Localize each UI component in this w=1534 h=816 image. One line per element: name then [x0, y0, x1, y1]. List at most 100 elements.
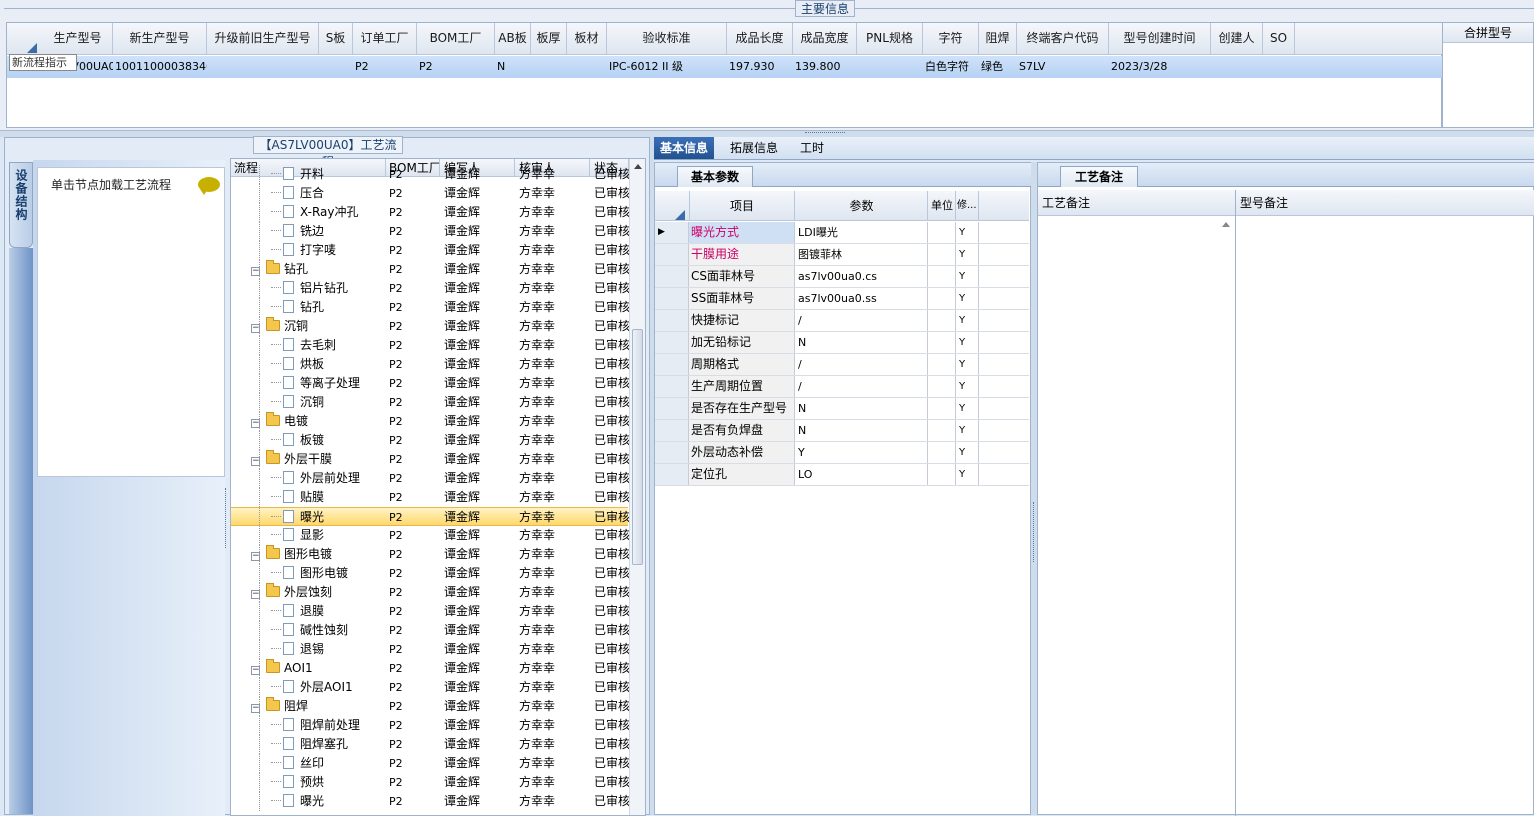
param-row[interactable]: 生产周期位置 / Y: [655, 376, 1029, 398]
grid-header-cell[interactable]: 生产型号: [43, 23, 113, 54]
param-row[interactable]: 是否存在生产型号 N Y: [655, 398, 1029, 420]
grid-header-cell[interactable]: 新生产型号: [113, 23, 207, 54]
tree-node[interactable]: 预烘 P2 谭金辉 方幸幸 已审核: [231, 773, 629, 792]
param-row[interactable]: CS面菲林号 as7lv00ua0.cs Y: [655, 266, 1029, 288]
param-unit[interactable]: [929, 244, 956, 265]
tree-node[interactable]: 碱性蚀刻 P2 谭金辉 方幸幸 已审核: [231, 621, 629, 640]
param-value[interactable]: as7lv00ua0.ss: [796, 288, 928, 309]
tree-node[interactable]: 压合 P2 谭金辉 方幸幸 已审核: [231, 184, 629, 203]
grid-header-cell[interactable]: 成品长度: [727, 23, 793, 54]
param-mod[interactable]: Y: [957, 398, 979, 419]
tree-node[interactable]: − 外层蚀刻 P2 谭金辉 方幸幸 已审核: [231, 583, 629, 602]
tree-node[interactable]: 退膜 P2 谭金辉 方幸幸 已审核: [231, 602, 629, 621]
param-unit[interactable]: [929, 332, 956, 353]
tree-node[interactable]: − 沉铜 P2 谭金辉 方幸幸 已审核: [231, 317, 629, 336]
tree-node[interactable]: 铝片钻孔 P2 谭金辉 方幸幸 已审核: [231, 279, 629, 298]
param-value[interactable]: LDI曝光: [796, 222, 928, 243]
tab-basic-params[interactable]: 基本参数: [677, 166, 753, 187]
param-mod[interactable]: Y: [957, 222, 979, 243]
grid-header-cell[interactable]: S板: [319, 23, 353, 54]
param-unit[interactable]: [929, 266, 956, 287]
side-tab-equipment[interactable]: 设备结构: [9, 162, 33, 248]
tree-node[interactable]: 等离子处理 P2 谭金辉 方幸幸 已审核: [231, 374, 629, 393]
param-value[interactable]: N: [796, 420, 928, 441]
param-mod[interactable]: Y: [957, 420, 979, 441]
collapse-icon[interactable]: −: [251, 666, 260, 675]
collapse-icon[interactable]: −: [251, 704, 260, 713]
grid-header-cell[interactable]: 字符: [923, 23, 979, 54]
tree-node[interactable]: 图形电镀 P2 谭金辉 方幸幸 已审核: [231, 564, 629, 583]
collapse-icon[interactable]: −: [251, 590, 260, 599]
tree-node[interactable]: − 外层干膜 P2 谭金辉 方幸幸 已审核: [231, 450, 629, 469]
tree-node[interactable]: 阻焊前处理 P2 谭金辉 方幸幸 已审核: [231, 716, 629, 735]
tree-node[interactable]: 钻孔 P2 谭金辉 方幸幸 已审核: [231, 298, 629, 317]
left-collapse-grip[interactable]: [225, 488, 229, 548]
table-row[interactable]: AS7LV00UA0 10011000038346 P2 P2 N IPC-6012 II…: [7, 56, 1443, 78]
param-value[interactable]: 图镀菲林: [796, 244, 928, 265]
tab-work-hours[interactable]: 工时: [794, 137, 830, 159]
param-row[interactable]: 周期格式 / Y: [655, 354, 1029, 376]
param-value[interactable]: Y: [796, 442, 928, 463]
param-row[interactable]: ▶ 曝光方式 LDI曝光 Y: [655, 222, 1029, 244]
tab-extended-info[interactable]: 拓展信息: [724, 137, 784, 159]
collapse-icon[interactable]: −: [251, 324, 260, 333]
tree-scrollbar[interactable]: [629, 159, 645, 815]
param-row[interactable]: 外层动态补偿 Y Y: [655, 442, 1029, 464]
tree-node[interactable]: − 电镀 P2 谭金辉 方幸幸 已审核: [231, 412, 629, 431]
param-unit[interactable]: [929, 222, 956, 243]
tree-node[interactable]: 烘板 P2 谭金辉 方幸幸 已审核: [231, 355, 629, 374]
grid-header-cell[interactable]: SO: [1263, 23, 1295, 54]
grid-header-cell[interactable]: AB板: [495, 23, 531, 54]
param-value[interactable]: /: [796, 354, 928, 375]
grid-header-cell[interactable]: 验收标准: [607, 23, 727, 54]
param-row[interactable]: 快捷标记 / Y: [655, 310, 1029, 332]
tree-node[interactable]: − AOI1 P2 谭金辉 方幸幸 已审核: [231, 659, 629, 678]
collapse-icon[interactable]: −: [251, 267, 260, 276]
tree-node[interactable]: 曝光 P2 谭金辉 方幸幸 已审核: [231, 507, 629, 527]
param-value[interactable]: N: [796, 332, 928, 353]
param-value[interactable]: N: [796, 398, 928, 419]
collapse-icon[interactable]: −: [251, 552, 260, 561]
notes-scroll-up-icon[interactable]: [1222, 222, 1230, 227]
param-value[interactable]: /: [796, 376, 928, 397]
grid-header-cell[interactable]: 升级前旧生产型号: [207, 23, 319, 54]
param-mod[interactable]: Y: [957, 354, 979, 375]
param-unit[interactable]: [929, 464, 956, 485]
param-unit[interactable]: [929, 310, 956, 331]
tree-node[interactable]: 曝光 P2 谭金辉 方幸幸 已审核: [231, 792, 629, 811]
param-unit[interactable]: [929, 442, 956, 463]
param-mod[interactable]: Y: [957, 442, 979, 463]
grid-header-cell[interactable]: 板材: [567, 23, 607, 54]
tree-node[interactable]: 外层AOI1 P2 谭金辉 方幸幸 已审核: [231, 678, 629, 697]
param-row[interactable]: 加无铅标记 N Y: [655, 332, 1029, 354]
grid-header-cell[interactable]: 终端客户代码: [1017, 23, 1109, 54]
grid-header-cell[interactable]: 成品宽度: [793, 23, 857, 54]
tab-process-notes[interactable]: 工艺备注: [1060, 166, 1138, 187]
param-mod[interactable]: Y: [957, 244, 979, 265]
param-value[interactable]: as7lv00ua0.cs: [796, 266, 928, 287]
param-row[interactable]: 定位孔 LO Y: [655, 464, 1029, 486]
grid-header-cell[interactable]: 阻焊: [979, 23, 1017, 54]
grid-header-cell[interactable]: 型号创建时间: [1109, 23, 1211, 54]
grid-header-cell[interactable]: PNL规格: [857, 23, 923, 54]
tree-node[interactable]: − 钻孔 P2 谭金辉 方幸幸 已审核: [231, 260, 629, 279]
grid-header-cell[interactable]: 板厚: [531, 23, 567, 54]
param-row[interactable]: SS面菲林号 as7lv00ua0.ss Y: [655, 288, 1029, 310]
tree-node[interactable]: 退锡 P2 谭金辉 方幸幸 已审核: [231, 640, 629, 659]
scroll-up-icon[interactable]: [634, 164, 642, 169]
tab-basic-info[interactable]: 基本信息: [654, 137, 715, 159]
tree-node[interactable]: 去毛刺 P2 谭金辉 方幸幸 已审核: [231, 336, 629, 355]
tree-node[interactable]: 阻焊塞孔 P2 谭金辉 方幸幸 已审核: [231, 735, 629, 754]
param-value[interactable]: LO: [796, 464, 928, 485]
param-mod[interactable]: Y: [957, 288, 979, 309]
tree-node[interactable]: 开料 P2 谭金辉 方幸幸 已审核: [231, 165, 629, 184]
tree-node[interactable]: 贴膜 P2 谭金辉 方幸幸 已审核: [231, 488, 629, 507]
collapse-icon[interactable]: −: [251, 457, 260, 466]
tree-node[interactable]: 显影 P2 谭金辉 方幸幸 已审核: [231, 526, 629, 545]
tree-node[interactable]: X-Ray冲孔 P2 谭金辉 方幸幸 已审核: [231, 203, 629, 222]
tree-node[interactable]: 沉铜 P2 谭金辉 方幸幸 已审核: [231, 393, 629, 412]
param-value[interactable]: /: [796, 310, 928, 331]
param-mod[interactable]: Y: [957, 332, 979, 353]
tree-node[interactable]: 铣边 P2 谭金辉 方幸幸 已审核: [231, 222, 629, 241]
param-unit[interactable]: [929, 354, 956, 375]
